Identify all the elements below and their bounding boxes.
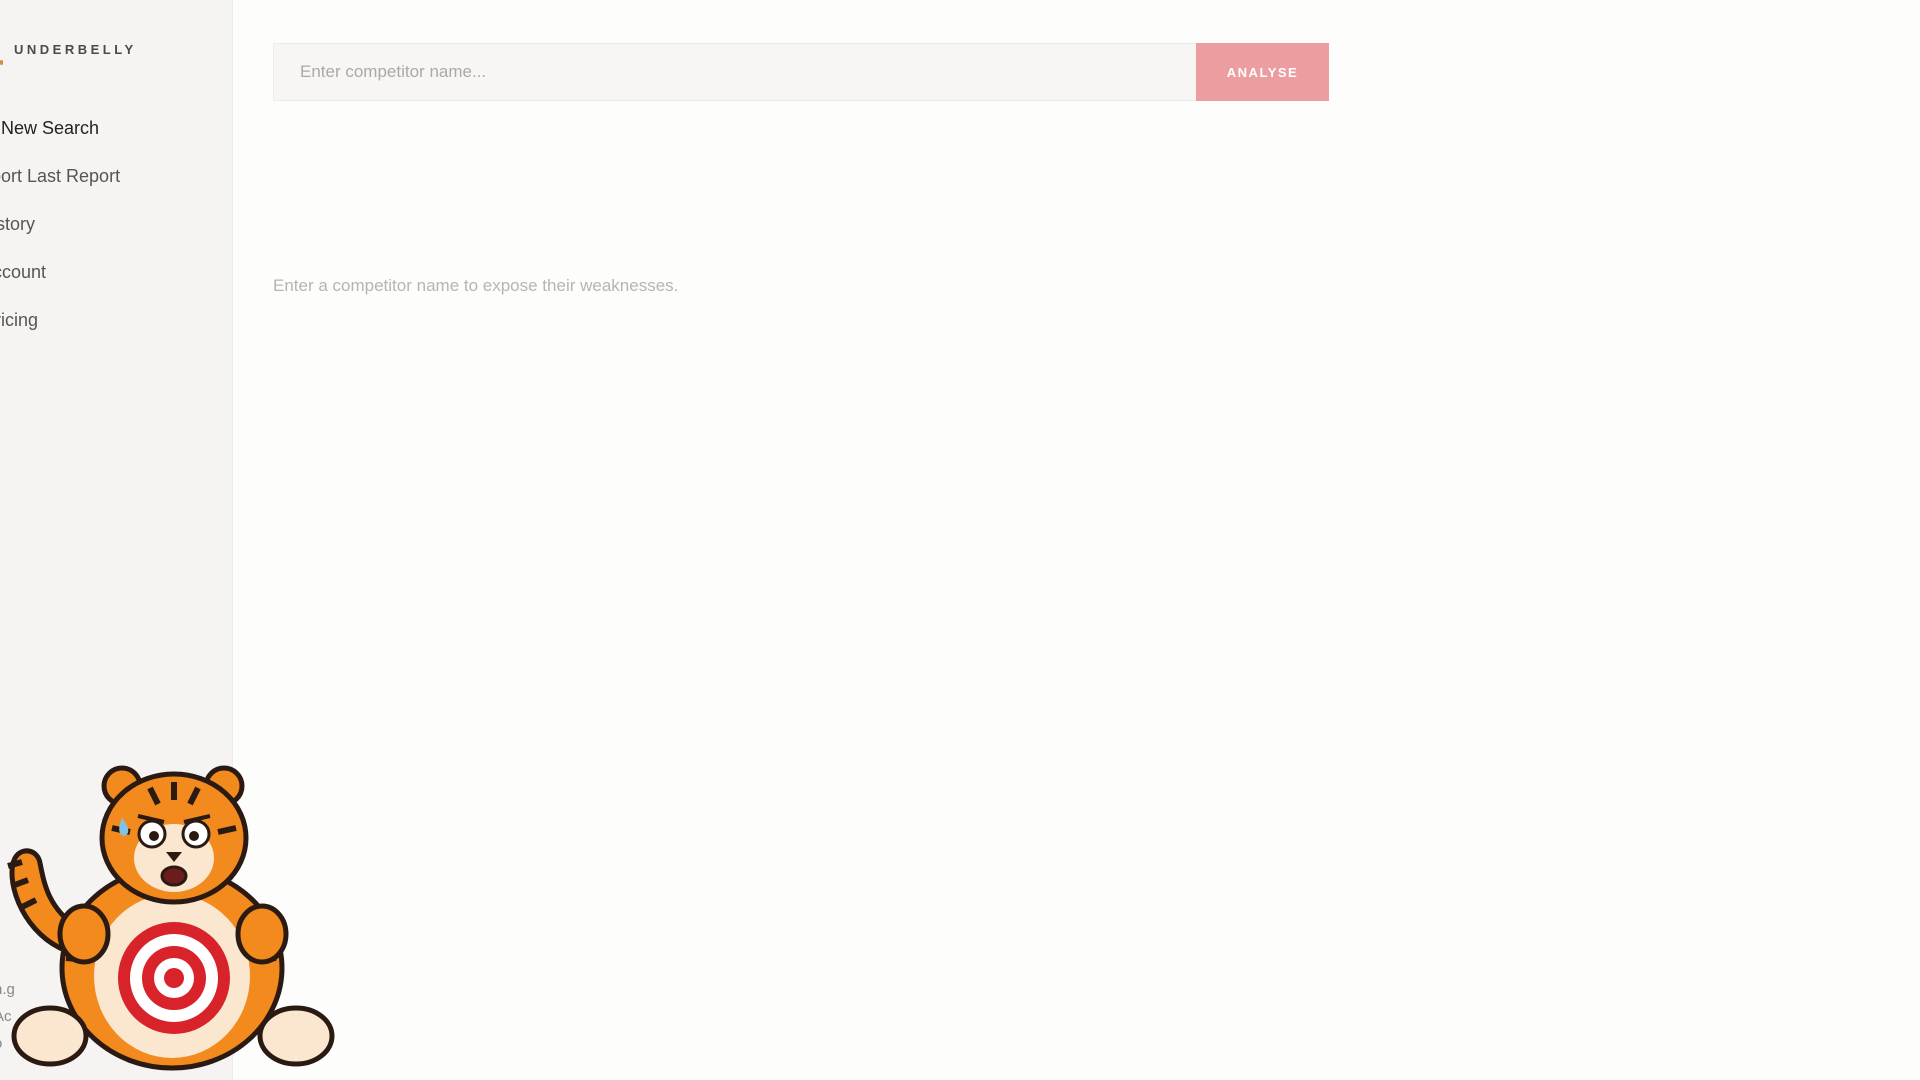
target-icon (118, 922, 230, 1034)
analyse-button[interactable]: ANALYSE (1196, 43, 1329, 101)
sidebar-item-history[interactable]: istory (0, 214, 35, 235)
sidebar-item-account[interactable]: ccount (0, 262, 46, 283)
tiger-head (99, 765, 249, 905)
sidebar-item-new-search[interactable]: New Search (1, 118, 99, 139)
brand-logo[interactable]: UNDERBELLY (14, 42, 137, 57)
scared-tiger-with-target-icon (7, 765, 335, 1071)
search-bar: ANALYSE (273, 43, 1329, 101)
empty-state-hint: Enter a competitor name to expose their … (273, 276, 679, 295)
competitor-search-input[interactable] (273, 43, 1196, 101)
sidebar-item-pricing[interactable]: ricing (0, 310, 38, 331)
brand-logo-mark (0, 60, 3, 65)
sidebar-item-export-last-report[interactable]: xport Last Report (0, 166, 120, 187)
